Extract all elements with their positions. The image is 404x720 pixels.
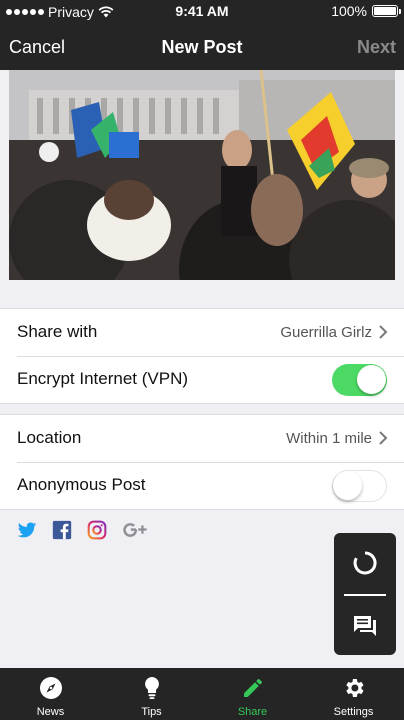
vpn-row: Encrypt Internet (VPN) [0, 356, 404, 403]
compass-icon [39, 677, 62, 699]
privacy-settings-group: Share with Guerrilla Girlz Encrypt Inter… [0, 308, 404, 404]
cancel-button[interactable]: Cancel [9, 37, 65, 58]
gear-icon [345, 679, 363, 697]
instagram-icon[interactable] [87, 520, 107, 540]
location-row[interactable]: Location Within 1 mile [0, 415, 404, 462]
chat-icon [354, 616, 376, 636]
top-bar: Privacy 9:41 AM 100% Cancel New Post Nex… [0, 0, 404, 70]
pencil-icon [243, 679, 262, 697]
tab-tips[interactable]: Tips [101, 668, 202, 720]
chevron-right-icon [379, 431, 388, 445]
lightbulb-icon [144, 677, 159, 699]
vpn-label: Encrypt Internet (VPN) [17, 369, 189, 388]
refresh-button[interactable] [334, 533, 396, 593]
tab-label: Settings [333, 706, 374, 718]
protest-photo-image [9, 70, 395, 280]
tab-news[interactable]: News [0, 668, 101, 720]
next-button[interactable]: Next [357, 37, 396, 58]
chevron-right-icon [379, 325, 388, 339]
battery-group: 100% [331, 3, 401, 19]
battery-icon [372, 5, 401, 17]
status-bar: Privacy 9:41 AM 100% [0, 0, 404, 24]
facebook-icon[interactable] [52, 520, 72, 540]
tab-bar: News Tips Share Settings [0, 668, 404, 720]
google-plus-icon[interactable] [122, 520, 148, 540]
vpn-toggle[interactable] [332, 364, 387, 396]
post-options-group: Location Within 1 mile Anonymous Post [0, 414, 404, 510]
chat-button[interactable] [334, 596, 396, 656]
floating-action-panel [334, 533, 396, 655]
share-with-value: Guerrilla Girlz [280, 324, 372, 341]
tab-label: News [36, 706, 65, 718]
anonymous-toggle[interactable] [332, 470, 387, 502]
tab-settings[interactable]: Settings [303, 668, 404, 720]
anonymous-row: Anonymous Post [0, 462, 404, 509]
post-photo[interactable] [9, 70, 395, 280]
share-with-row[interactable]: Share with Guerrilla Girlz [0, 309, 404, 356]
location-value: Within 1 mile [286, 430, 372, 447]
location-label: Location [17, 428, 82, 447]
tab-share[interactable]: Share [202, 668, 303, 720]
battery-percent: 100% [331, 3, 367, 19]
share-with-label: Share with [17, 322, 98, 341]
social-share-icons [17, 520, 148, 540]
navigation-bar: Cancel New Post Next [0, 24, 404, 70]
tab-label: Tips [141, 706, 162, 718]
refresh-icon [353, 551, 377, 575]
twitter-icon[interactable] [17, 520, 37, 540]
tab-label: Share [237, 706, 268, 718]
anonymous-label: Anonymous Post [17, 475, 146, 494]
